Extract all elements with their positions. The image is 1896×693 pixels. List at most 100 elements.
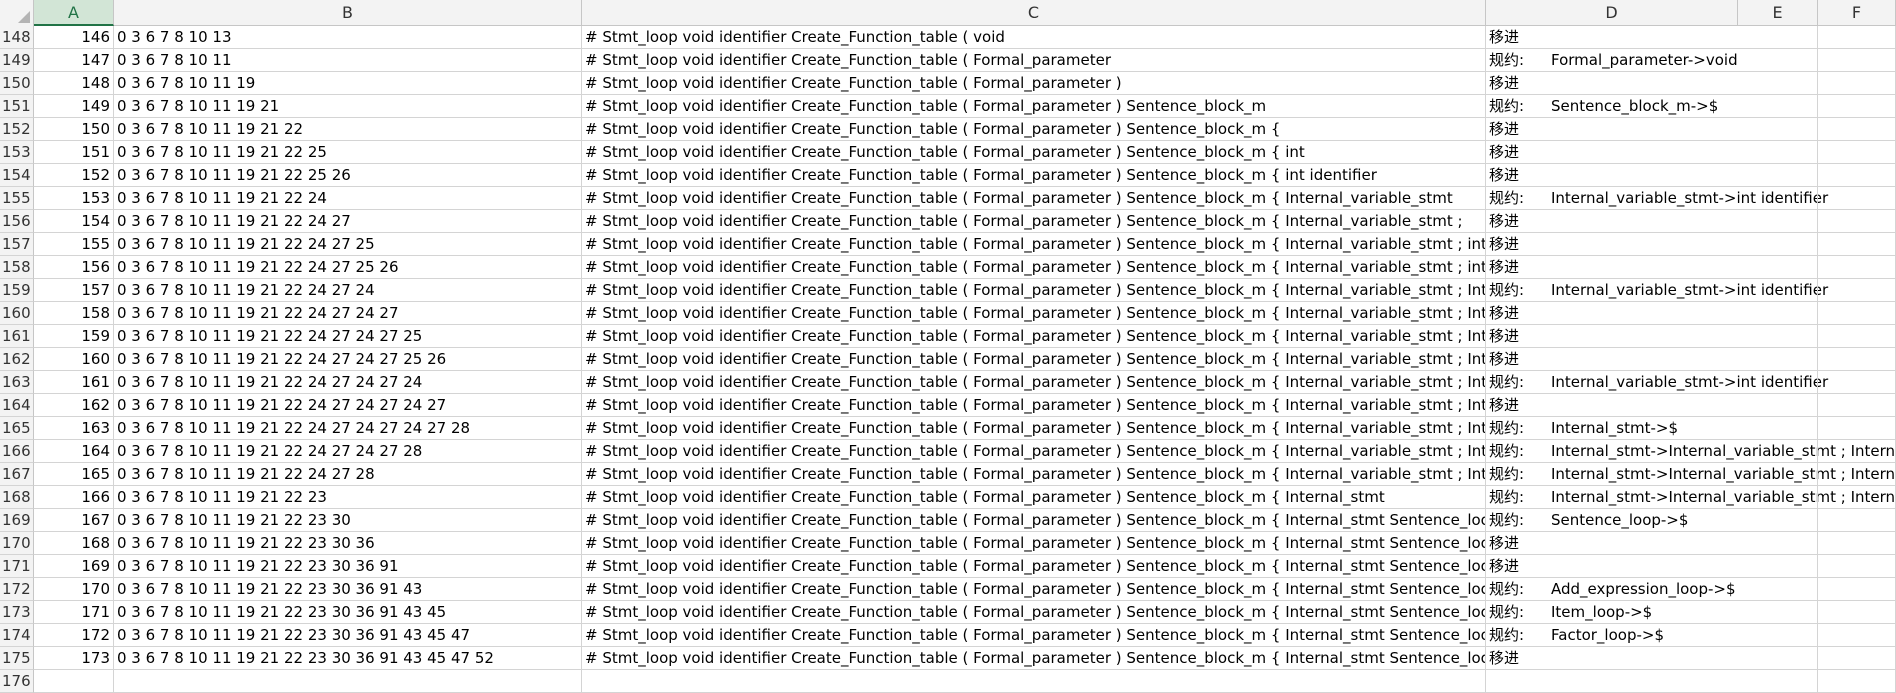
cell-f[interactable] [1818, 72, 1896, 95]
cell-d[interactable]: 规约: Item_loop->$ [1486, 601, 1738, 624]
cell-f[interactable] [1818, 417, 1896, 440]
cell-e[interactable] [1738, 555, 1818, 578]
cell-d[interactable]: 移进 [1486, 532, 1738, 555]
cell-c[interactable]: # Stmt_loop void identifier Create_Funct… [582, 302, 1486, 325]
cell-e[interactable] [1738, 417, 1818, 440]
cell-e[interactable] [1738, 49, 1818, 72]
cell-c[interactable]: # Stmt_loop void identifier Create_Funct… [582, 233, 1486, 256]
row-header[interactable]: 165 [0, 417, 34, 440]
cell-c[interactable]: # Stmt_loop void identifier Create_Funct… [582, 394, 1486, 417]
row-header[interactable]: 164 [0, 394, 34, 417]
cell-a[interactable]: 154 [34, 210, 114, 233]
cell-f[interactable] [1818, 601, 1896, 624]
cell-f[interactable] [1818, 26, 1896, 49]
cell-f[interactable] [1818, 210, 1896, 233]
cell-b[interactable]: 0 3 6 7 8 10 11 19 21 22 24 [114, 187, 582, 210]
cell-f[interactable] [1818, 371, 1896, 394]
row-header[interactable]: 149 [0, 49, 34, 72]
cell-f[interactable] [1818, 463, 1896, 486]
row-header[interactable]: 160 [0, 302, 34, 325]
cell-a[interactable]: 160 [34, 348, 114, 371]
row-header[interactable]: 167 [0, 463, 34, 486]
cell-b[interactable]: 0 3 6 7 8 10 11 19 21 22 24 27 24 27 24 … [114, 394, 582, 417]
cell-e[interactable] [1738, 118, 1818, 141]
cell-b[interactable]: 0 3 6 7 8 10 11 19 21 22 23 30 36 91 43 … [114, 624, 582, 647]
cell-f[interactable] [1818, 578, 1896, 601]
cell-b[interactable]: 0 3 6 7 8 10 11 19 21 22 24 27 24 27 24 [114, 371, 582, 394]
column-header-f[interactable]: F [1818, 0, 1896, 26]
row-header[interactable]: 152 [0, 118, 34, 141]
cell-c[interactable]: # Stmt_loop void identifier Create_Funct… [582, 187, 1486, 210]
cell-a[interactable]: 159 [34, 325, 114, 348]
cell-b[interactable]: 0 3 6 7 8 10 11 19 21 22 23 30 36 [114, 532, 582, 555]
cell-d[interactable]: 移进 [1486, 302, 1738, 325]
row-header[interactable]: 148 [0, 26, 34, 49]
cell-c[interactable]: # Stmt_loop void identifier Create_Funct… [582, 118, 1486, 141]
cell-e[interactable] [1738, 601, 1818, 624]
cell-a[interactable]: 153 [34, 187, 114, 210]
cell-e[interactable] [1738, 371, 1818, 394]
cell-c[interactable]: # Stmt_loop void identifier Create_Funct… [582, 509, 1486, 532]
cell-f[interactable] [1818, 394, 1896, 417]
row-header[interactable]: 168 [0, 486, 34, 509]
cell-e[interactable] [1738, 463, 1818, 486]
cell-f[interactable] [1818, 509, 1896, 532]
cell-c[interactable]: # Stmt_loop void identifier Create_Funct… [582, 279, 1486, 302]
cell-d[interactable]: 移进 [1486, 141, 1738, 164]
row-header[interactable]: 155 [0, 187, 34, 210]
cell-b[interactable]: 0 3 6 7 8 10 11 19 21 22 23 [114, 486, 582, 509]
cell-a[interactable]: 167 [34, 509, 114, 532]
cell-b[interactable]: 0 3 6 7 8 10 11 19 21 22 24 27 25 26 [114, 256, 582, 279]
cell-c[interactable]: # Stmt_loop void identifier Create_Funct… [582, 72, 1486, 95]
cell-f[interactable] [1818, 187, 1896, 210]
cell-b[interactable]: 0 3 6 7 8 10 11 19 21 22 [114, 118, 582, 141]
cell-b[interactable]: 0 3 6 7 8 10 11 19 21 22 23 30 36 91 [114, 555, 582, 578]
row-header[interactable]: 150 [0, 72, 34, 95]
cell-e[interactable] [1738, 394, 1818, 417]
cell-a[interactable]: 172 [34, 624, 114, 647]
cell-b[interactable]: 0 3 6 7 8 10 13 [114, 26, 582, 49]
cell-d[interactable]: 规约: Sentence_loop->$ [1486, 509, 1738, 532]
cell-a[interactable]: 163 [34, 417, 114, 440]
row-header[interactable]: 166 [0, 440, 34, 463]
cell-d[interactable]: 规约: Internal_variable_stmt->int identifie… [1486, 187, 1828, 210]
cell-f[interactable] [1818, 302, 1896, 325]
cell-d[interactable]: 移进 [1486, 348, 1738, 371]
cell-c[interactable]: # Stmt_loop void identifier Create_Funct… [582, 417, 1486, 440]
cell-c[interactable]: # Stmt_loop void identifier Create_Funct… [582, 95, 1486, 118]
cell-f[interactable] [1818, 532, 1896, 555]
cell-d[interactable]: 移进 [1486, 647, 1738, 670]
cell-a[interactable]: 168 [34, 532, 114, 555]
cell-f[interactable] [1818, 624, 1896, 647]
column-header-c[interactable]: C [582, 0, 1486, 26]
cell-b[interactable]: 0 3 6 7 8 10 11 19 21 22 24 27 25 [114, 233, 582, 256]
cell-a[interactable]: 150 [34, 118, 114, 141]
cell-b[interactable]: 0 3 6 7 8 10 11 19 21 22 24 27 24 27 28 [114, 440, 582, 463]
cell-b[interactable]: 0 3 6 7 8 10 11 19 21 22 23 30 36 91 43 … [114, 647, 582, 670]
cell-a[interactable]: 155 [34, 233, 114, 256]
cell-b[interactable]: 0 3 6 7 8 10 11 19 21 22 23 30 36 91 43 [114, 578, 582, 601]
cell-c[interactable]: # Stmt_loop void identifier Create_Funct… [582, 463, 1486, 486]
cell-a[interactable]: 171 [34, 601, 114, 624]
cell-e[interactable] [1738, 532, 1818, 555]
cell-d[interactable]: 移进 [1486, 256, 1738, 279]
cell-a[interactable]: 157 [34, 279, 114, 302]
cell-b[interactable]: 0 3 6 7 8 10 11 19 21 22 24 27 24 27 [114, 302, 582, 325]
cell-d[interactable]: 规约: Sentence_block_m->$ [1486, 95, 1738, 118]
row-header[interactable]: 162 [0, 348, 34, 371]
cell-d[interactable]: 规约: Internal_stmt->$ [1486, 417, 1738, 440]
cell-d[interactable]: 移进 [1486, 118, 1738, 141]
column-header-a[interactable]: A [34, 0, 114, 26]
cell-e[interactable] [1738, 578, 1818, 601]
row-header[interactable]: 174 [0, 624, 34, 647]
cell-a[interactable]: 152 [34, 164, 114, 187]
cell-b[interactable]: 0 3 6 7 8 10 11 19 21 22 24 27 24 [114, 279, 582, 302]
cell-c[interactable]: # Stmt_loop void identifier Create_Funct… [582, 164, 1486, 187]
cell-d[interactable]: 规约: Factor_loop->$ [1486, 624, 1738, 647]
cell-d[interactable]: 移进 [1486, 325, 1738, 348]
column-header-d[interactable]: D [1486, 0, 1738, 26]
cell-f[interactable] [1818, 256, 1896, 279]
cell-e[interactable] [1738, 164, 1818, 187]
cell-c[interactable]: # Stmt_loop void identifier Create_Funct… [582, 325, 1486, 348]
cell-d[interactable]: 移进 [1486, 394, 1738, 417]
